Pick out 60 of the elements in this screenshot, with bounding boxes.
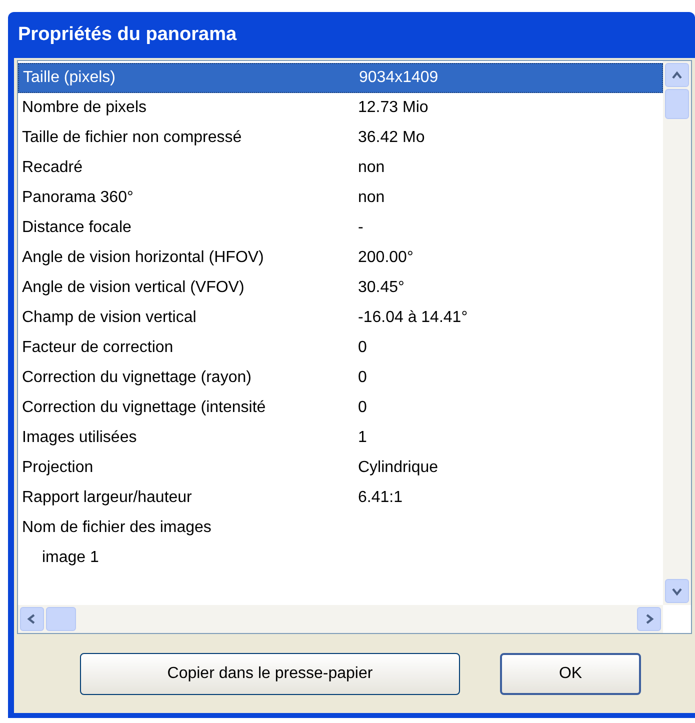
property-name: Recadré bbox=[21, 158, 84, 178]
property-name: Nombre de pixels bbox=[21, 98, 148, 118]
property-row[interactable]: Champ de vision vertical -16.04 à 14.41° bbox=[18, 303, 663, 333]
property-row[interactable]: image 1 bbox=[18, 543, 663, 573]
property-value: 0 bbox=[358, 368, 367, 388]
property-value: 0 bbox=[358, 398, 367, 418]
property-row[interactable]: Images utilisées 1 bbox=[18, 423, 663, 453]
property-value: - bbox=[358, 218, 364, 238]
property-name: Angle de vision horizontal (HFOV) bbox=[21, 248, 265, 268]
property-row[interactable]: Correction du vignettage (intensité 0 bbox=[18, 393, 663, 423]
property-name: Distance focale bbox=[21, 218, 132, 238]
property-name: image 1 bbox=[41, 548, 100, 568]
property-row[interactable]: Taille (pixels) 9034x1409 bbox=[18, 63, 663, 93]
property-value: 30.45° bbox=[358, 278, 404, 298]
property-value: 36.42 Mo bbox=[358, 128, 425, 148]
scroll-right-button[interactable] bbox=[637, 607, 661, 631]
property-name: Panorama 360° bbox=[21, 188, 134, 208]
property-row[interactable]: Angle de vision horizontal (HFOV) 200.00° bbox=[18, 243, 663, 273]
property-value: 0 bbox=[358, 338, 367, 358]
scroll-thumb[interactable] bbox=[46, 607, 76, 631]
property-row[interactable]: Panorama 360° non bbox=[18, 183, 663, 213]
property-value: -16.04 à 14.41° bbox=[358, 308, 468, 328]
window-title: Propriétés du panorama bbox=[18, 22, 237, 47]
property-row[interactable]: Nom de fichier des images bbox=[18, 513, 663, 543]
property-name: Angle de vision vertical (VFOV) bbox=[21, 278, 246, 298]
property-name: Facteur de correction bbox=[21, 338, 174, 358]
property-row[interactable]: Rapport largeur/hauteur 6.41:1 bbox=[18, 483, 663, 513]
property-value: non bbox=[358, 158, 385, 178]
scroll-left-button[interactable] bbox=[20, 607, 44, 631]
dialog-button[interactable]: OK bbox=[500, 652, 641, 694]
horizontal-scrollbar[interactable] bbox=[18, 605, 663, 633]
property-row[interactable]: Recadré non bbox=[18, 153, 663, 183]
scroll-thumb[interactable] bbox=[665, 89, 689, 119]
scroll-up-button[interactable] bbox=[665, 63, 689, 87]
property-value: 9034x1409 bbox=[359, 68, 438, 88]
property-name: Projection bbox=[21, 458, 94, 478]
property-value: Cylindrique bbox=[358, 458, 438, 478]
property-name: Taille de fichier non compressé bbox=[21, 128, 243, 148]
property-row[interactable]: Correction du vignettage (rayon) 0 bbox=[18, 363, 663, 393]
vertical-scrollbar[interactable] bbox=[663, 61, 691, 605]
property-value: 200.00° bbox=[358, 248, 414, 268]
property-name: Correction du vignettage (intensité bbox=[21, 398, 267, 418]
property-value: 1 bbox=[358, 428, 367, 448]
property-name: Taille (pixels) bbox=[22, 68, 116, 88]
scroll-down-button[interactable] bbox=[665, 579, 689, 603]
property-value: non bbox=[358, 188, 385, 208]
dialog-button[interactable]: Copier dans le presse-papier bbox=[80, 652, 460, 694]
property-row[interactable]: Distance focale - bbox=[18, 213, 663, 243]
property-name: Rapport largeur/hauteur bbox=[21, 488, 193, 508]
property-name: Champ de vision vertical bbox=[21, 308, 198, 328]
property-value: 6.41:1 bbox=[358, 488, 402, 508]
property-row[interactable]: Nombre de pixels 12.73 Mio bbox=[18, 93, 663, 123]
property-row[interactable]: Taille de fichier non compressé 36.42 Mo bbox=[18, 123, 663, 153]
property-row[interactable]: Facteur de correction 0 bbox=[18, 333, 663, 363]
property-name: Correction du vignettage (rayon) bbox=[21, 368, 252, 388]
property-name: Images utilisées bbox=[21, 428, 138, 448]
property-row[interactable]: Angle de vision vertical (VFOV) 30.45° bbox=[18, 273, 663, 303]
property-row[interactable]: Projection Cylindrique bbox=[18, 453, 663, 483]
property-value: 12.73 Mio bbox=[358, 98, 428, 118]
property-name: Nom de fichier des images bbox=[21, 518, 212, 538]
